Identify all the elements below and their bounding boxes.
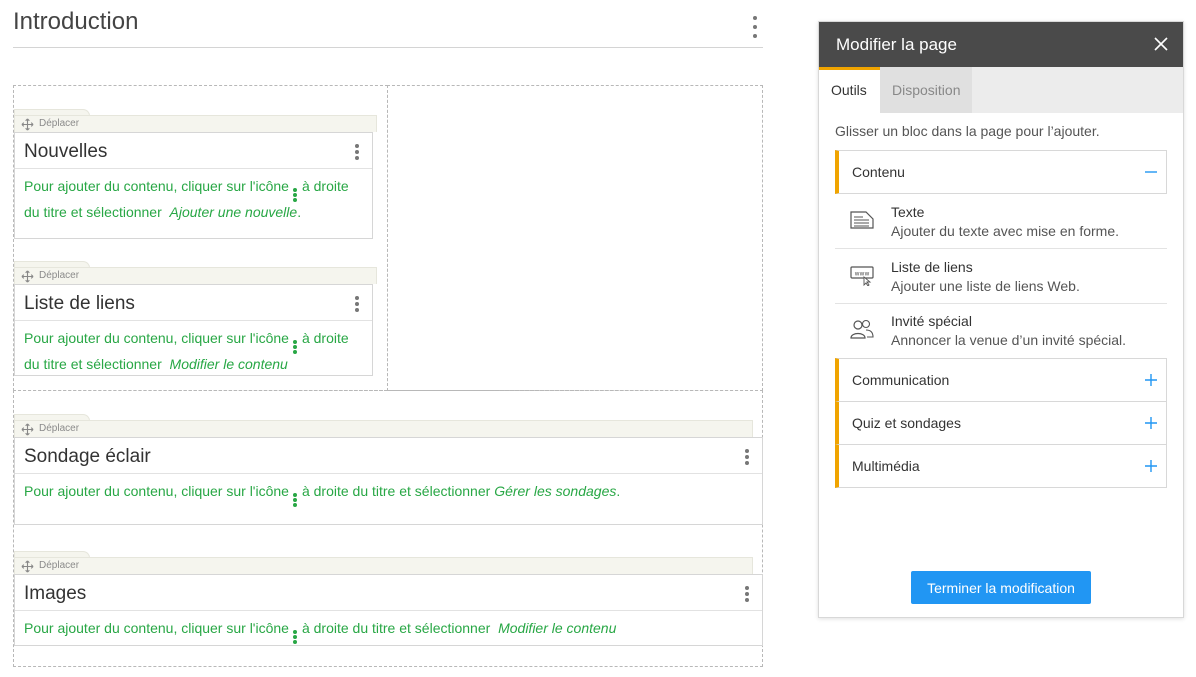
section-label: Multimédia — [852, 458, 920, 474]
block-card: Sondage éclair Pour ajouter du contenu, … — [14, 437, 763, 525]
kebab-inline-icon — [292, 340, 298, 354]
panel-hint: Glisser un bloc dans la page pour l’ajou… — [835, 123, 1100, 139]
block-sondage-eclair: Déplacer Sondage éclair Pour ajouter du … — [14, 414, 763, 525]
block-title: Images — [24, 583, 87, 604]
panel-header: Modifier la page — [819, 22, 1183, 67]
block-liste-de-liens: Déplacer Liste de liens Pour ajouter du … — [14, 261, 377, 376]
block-options-icon[interactable] — [354, 144, 360, 160]
panel-tabs: Outils Disposition — [819, 67, 1183, 113]
section-label: Contenu — [852, 164, 905, 180]
block-card: Liste de liens Pour ajouter du contenu, … — [14, 284, 373, 376]
tool-liste-de-liens[interactable]: www Liste de liens Ajouter une liste de … — [835, 250, 1167, 304]
panel-title: Modifier la page — [836, 35, 957, 54]
tool-name: Liste de liens — [891, 259, 973, 275]
block-instructions: Pour ajouter du contenu, cliquer sur l'i… — [15, 611, 762, 644]
www-link-icon: www — [850, 266, 874, 286]
kebab-inline-icon — [292, 493, 298, 507]
block-options-icon[interactable] — [354, 296, 360, 312]
expand-icon — [1145, 417, 1157, 429]
block-action-text: Modifier le contenu — [169, 356, 288, 372]
block-card: Images Pour ajouter du contenu, cliquer … — [14, 574, 763, 646]
move-label: Déplacer — [39, 270, 80, 281]
move-handle[interactable]: Déplacer — [14, 557, 753, 574]
block-title: Nouvelles — [24, 141, 108, 162]
move-icon — [21, 560, 34, 573]
tool-invite-special[interactable]: Invité spécial Annoncer la venue d’un in… — [835, 304, 1167, 358]
tab-disposition[interactable]: Disposition — [880, 67, 972, 113]
move-label: Déplacer — [39, 118, 80, 129]
svg-text:www: www — [855, 271, 870, 278]
block-nouvelles: Déplacer Nouvelles Pour ajouter du conte… — [14, 109, 377, 239]
expand-icon — [1145, 374, 1157, 386]
move-icon — [21, 270, 34, 283]
section-label: Communication — [852, 372, 950, 388]
block-action-text: Ajouter une nouvelle — [169, 204, 298, 220]
section-label: Quiz et sondages — [852, 415, 961, 431]
guest-users-icon — [850, 319, 874, 339]
section-communication[interactable]: Communication — [835, 358, 1167, 402]
move-label: Déplacer — [39, 423, 80, 434]
block-title: Sondage éclair — [24, 446, 151, 467]
tool-description: Ajouter une liste de liens Web. — [891, 278, 1080, 294]
collapse-icon — [1145, 171, 1157, 173]
text-document-icon — [850, 211, 874, 229]
move-icon — [21, 118, 34, 131]
block-action-text: Modifier le contenu — [498, 620, 617, 636]
kebab-inline-icon — [292, 188, 298, 202]
tool-texte[interactable]: Texte Ajouter du texte avec mise en form… — [835, 195, 1167, 249]
block-card: Nouvelles Pour ajouter du contenu, cliqu… — [14, 132, 373, 239]
page-options-icon[interactable] — [749, 16, 761, 38]
tool-name: Texte — [891, 204, 925, 220]
block-options-icon[interactable] — [744, 586, 750, 602]
block-images: Déplacer Images Pour ajouter du contenu,… — [14, 551, 763, 646]
section-multimedia[interactable]: Multimédia — [835, 444, 1167, 488]
tool-description: Annoncer la venue d’un invité spécial. — [891, 332, 1127, 348]
kebab-inline-icon — [292, 630, 298, 644]
move-handle[interactable]: Déplacer — [14, 115, 377, 132]
block-title: Liste de liens — [24, 293, 135, 314]
edit-page-panel: Modifier la page Outils Disposition Glis… — [818, 21, 1184, 618]
tool-description: Ajouter du texte avec mise en forme. — [891, 223, 1119, 239]
section-contenu[interactable]: Contenu — [835, 150, 1167, 194]
block-instructions: Pour ajouter du contenu, cliquer sur l'i… — [15, 474, 762, 507]
block-instructions: Pour ajouter du contenu, cliquer sur l'i… — [24, 178, 349, 220]
block-options-icon[interactable] — [744, 449, 750, 465]
move-handle[interactable]: Déplacer — [14, 420, 753, 437]
move-icon — [21, 423, 34, 436]
page-title: Introduction — [13, 8, 139, 35]
move-handle[interactable]: Déplacer — [14, 267, 377, 284]
tab-outils[interactable]: Outils — [819, 67, 880, 113]
finish-editing-button[interactable]: Terminer la modification — [911, 571, 1091, 604]
close-icon[interactable] — [1153, 36, 1169, 52]
section-quiz-et-sondages[interactable]: Quiz et sondages — [835, 401, 1167, 445]
expand-icon — [1145, 460, 1157, 472]
block-action-text: Gérer les sondages — [494, 483, 617, 499]
block-instructions: Pour ajouter du contenu, cliquer sur l'i… — [24, 330, 349, 372]
layout-zone-top-right — [387, 85, 763, 391]
tool-name: Invité spécial — [891, 313, 972, 329]
move-label: Déplacer — [39, 560, 80, 571]
title-divider — [13, 47, 763, 48]
